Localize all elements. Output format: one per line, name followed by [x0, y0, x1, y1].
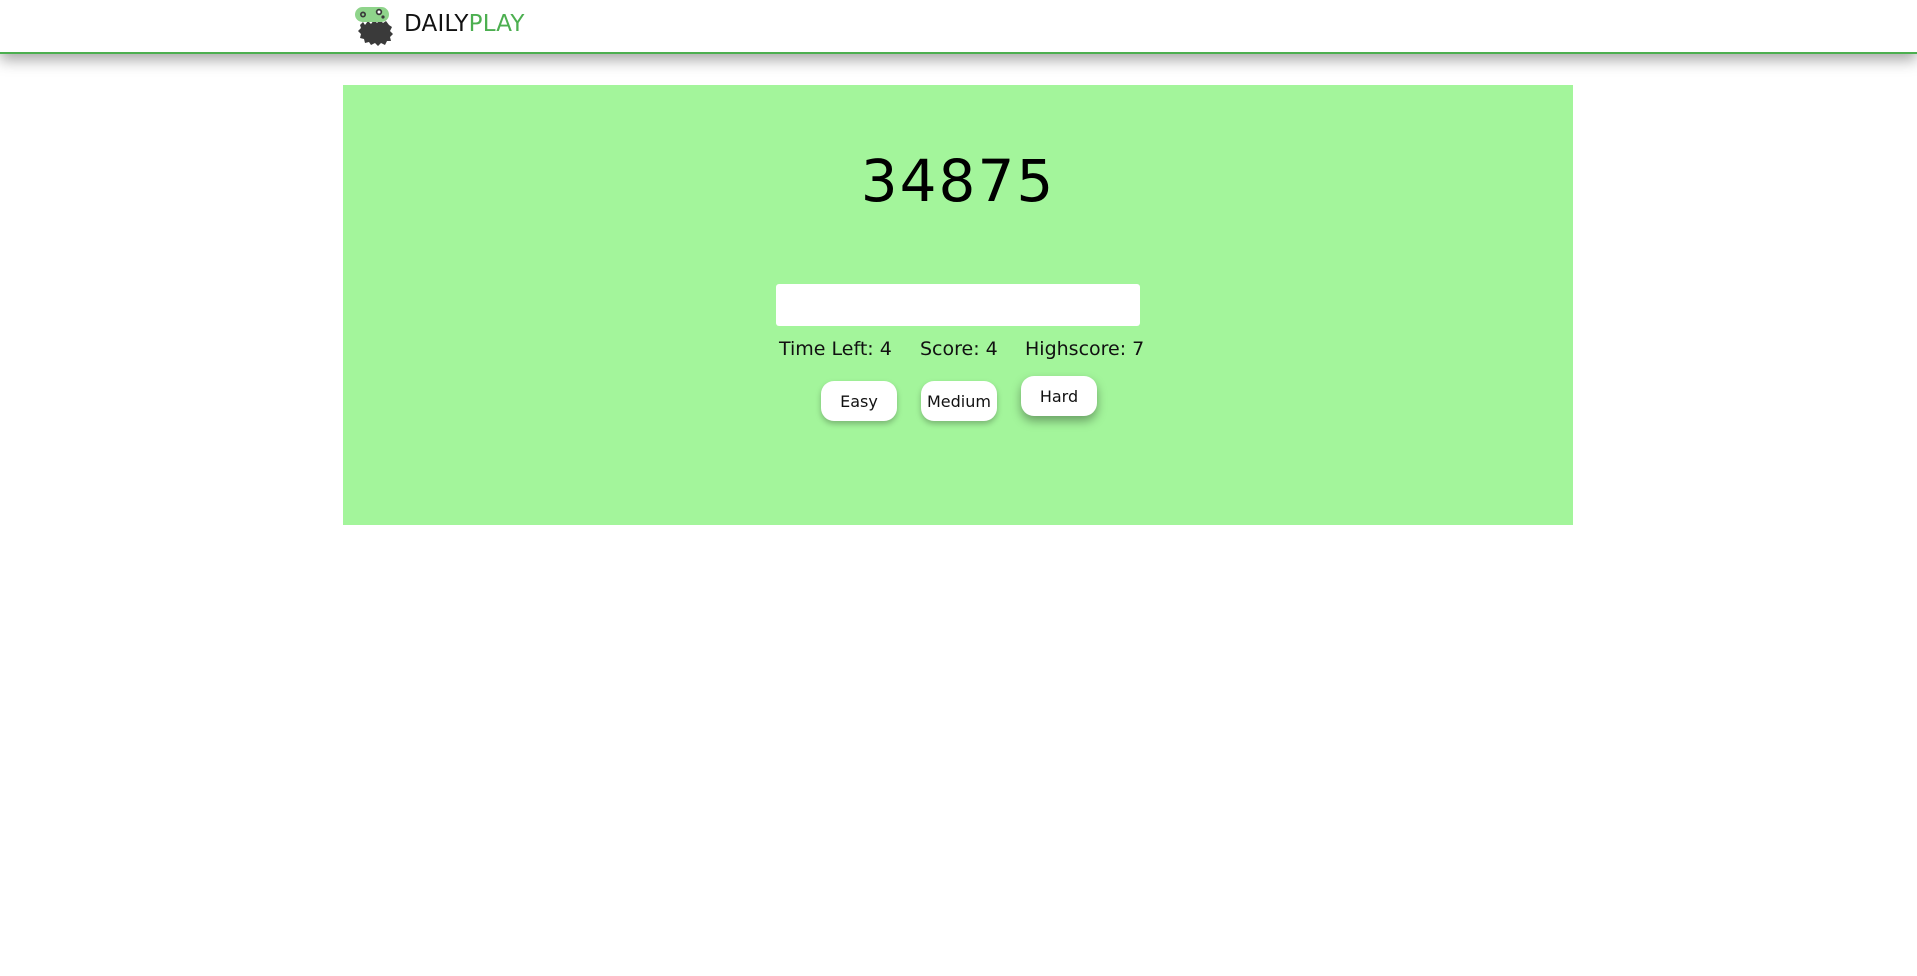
brand-wordmark: DAILYPLAY: [404, 11, 525, 37]
time-left-label: Time Left: 4: [779, 338, 892, 360]
highscore-label: Highscore: 7: [1025, 338, 1145, 360]
easy-button[interactable]: Easy: [821, 381, 897, 421]
hard-button[interactable]: Hard: [1021, 376, 1097, 416]
answer-input[interactable]: [776, 284, 1140, 326]
score-label: Score: 4: [920, 338, 998, 360]
brand-text-play: PLAY: [468, 11, 525, 37]
stats-row: Time Left: 4 Score: 4 Highscore: 7: [343, 338, 1573, 364]
medium-button[interactable]: Medium: [921, 381, 997, 421]
brand-text-daily: DAILY: [404, 11, 469, 37]
brand-home-link[interactable]: DAILYPLAY: [352, 0, 525, 48]
gamepad-on-blob-icon: [355, 7, 393, 46]
game-panel: 34875 Time Left: 4 Score: 4 Highscore: 7…: [343, 85, 1573, 525]
target-number-display: 34875: [860, 147, 1056, 215]
top-navbar: DAILYPLAY: [0, 0, 1917, 54]
